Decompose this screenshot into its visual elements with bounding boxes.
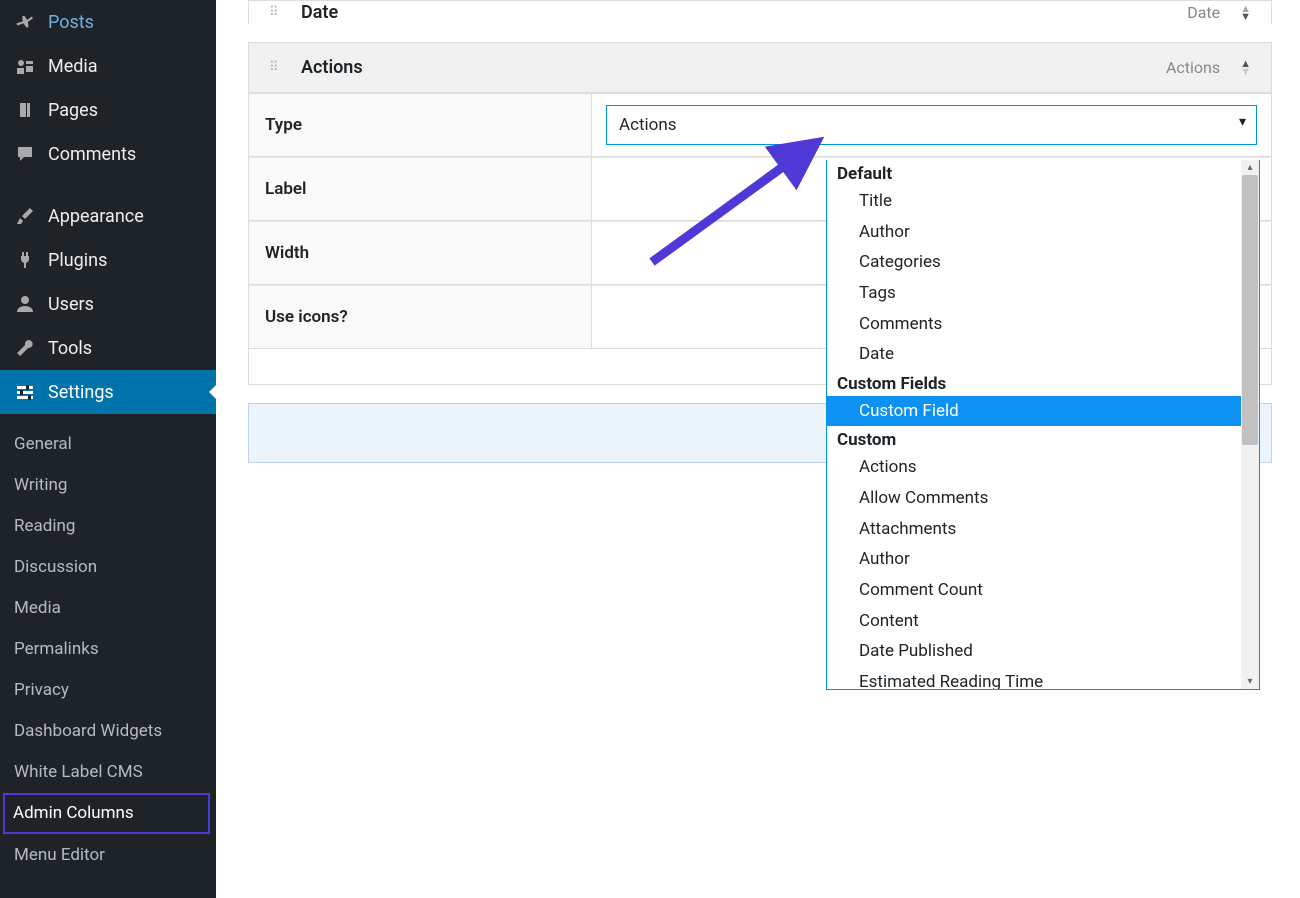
submenu-item-privacy[interactable]: Privacy [0, 670, 216, 711]
row-type: Type Actions [248, 93, 1272, 157]
sort-indicator-icon[interactable]: ▲▼ [1240, 5, 1251, 21]
type-select[interactable]: Actions [606, 105, 1257, 145]
label-label: Label [249, 158, 592, 220]
menu-item-users[interactable]: Users [0, 282, 216, 326]
dropdown-item[interactable]: Date Published [827, 636, 1241, 667]
label-type: Type [249, 94, 592, 156]
dropdown-item[interactable]: Allow Comments [827, 483, 1241, 514]
sort-indicator-icon[interactable]: ▲▼ [1240, 60, 1251, 76]
submenu-item-dashboard-widgets[interactable]: Dashboard Widgets [0, 711, 216, 752]
submenu-item-general[interactable]: General [0, 424, 216, 465]
content-area: ⠿ Date Date ▲▼ ⠿ Actions Actions ▲▼ Type… [216, 0, 1300, 898]
media-icon [14, 55, 36, 77]
label-width: Width [249, 222, 592, 284]
dropdown-item[interactable]: Attachments [827, 514, 1241, 545]
dropdown-item[interactable]: Categories [827, 247, 1241, 278]
submenu-item-writing[interactable]: Writing [0, 465, 216, 506]
menu-item-tools[interactable]: Tools [0, 326, 216, 370]
menu-item-comments[interactable]: Comments [0, 132, 216, 176]
menu-item-media[interactable]: Media [0, 44, 216, 88]
submenu-item-reading[interactable]: Reading [0, 506, 216, 547]
dropdown-item[interactable]: Custom Field [827, 396, 1241, 427]
menu-item-plugins[interactable]: Plugins [0, 238, 216, 282]
menu-label: Posts [48, 12, 94, 33]
submenu-item-permalinks[interactable]: Permalinks [0, 629, 216, 670]
column-right-label: Actions [1166, 58, 1220, 77]
submenu-item-discussion[interactable]: Discussion [0, 547, 216, 588]
pin-icon [14, 11, 36, 33]
brush-icon [14, 205, 36, 227]
menu-label: Comments [48, 144, 136, 165]
menu-label: Appearance [48, 206, 144, 227]
drag-handle-icon[interactable]: ⠿ [269, 8, 283, 18]
submenu-item-admin-columns[interactable]: Admin Columns [3, 793, 210, 834]
dropdown-group: Custom [827, 426, 1241, 452]
menu-item-settings[interactable]: Settings [0, 370, 216, 414]
menu-label: Tools [48, 338, 92, 359]
menu-label: Media [48, 56, 98, 77]
wrench-icon [14, 337, 36, 359]
comment-icon [14, 143, 36, 165]
submenu-item-menu-editor[interactable]: Menu Editor [0, 835, 216, 876]
sliders-icon [14, 381, 36, 403]
submenu-item-media[interactable]: Media [0, 588, 216, 629]
label-use-icons: Use icons? [249, 286, 592, 348]
menu-label: Plugins [48, 250, 107, 271]
dropdown-item[interactable]: Content [827, 606, 1241, 637]
dropdown-item[interactable]: Comments [827, 309, 1241, 340]
column-title: Date [301, 2, 1187, 23]
drag-handle-icon[interactable]: ⠿ [269, 63, 283, 73]
menu-item-appearance[interactable]: Appearance [0, 194, 216, 238]
scrollbar-thumb[interactable] [1242, 175, 1258, 445]
dropdown-group: Custom Fields [827, 370, 1241, 396]
column-row-date-peek: ⠿ Date Date ▲▼ [248, 0, 1272, 24]
menu-label: Pages [48, 100, 98, 121]
column-right-label: Date [1187, 3, 1220, 22]
user-icon [14, 293, 36, 315]
dropdown-scrollbar[interactable] [1241, 160, 1259, 689]
menu-item-pages[interactable]: Pages [0, 88, 216, 132]
dropdown-item[interactable]: Title [827, 186, 1241, 217]
menu-label: Users [48, 294, 94, 315]
dropdown-item[interactable]: Estimated Reading Time [827, 667, 1241, 689]
settings-submenu: GeneralWritingReadingDiscussionMediaPerm… [0, 414, 216, 886]
menu-item-posts[interactable]: Posts [0, 0, 216, 44]
dropdown-item[interactable]: Tags [827, 278, 1241, 309]
plug-icon [14, 249, 36, 271]
dropdown-item[interactable]: Actions [827, 452, 1241, 483]
type-dropdown: DefaultTitleAuthorCategoriesTagsComments… [826, 160, 1260, 690]
page-icon [14, 99, 36, 121]
menu-label: Settings [48, 382, 114, 403]
dropdown-item[interactable]: Date [827, 339, 1241, 370]
column-row-actions[interactable]: ⠿ Actions Actions ▲▼ [248, 42, 1272, 93]
submenu-item-white-label-cms[interactable]: White Label CMS [0, 752, 216, 793]
dropdown-item[interactable]: Comment Count [827, 575, 1241, 606]
dropdown-item[interactable]: Author [827, 217, 1241, 248]
dropdown-group: Default [827, 160, 1241, 186]
dropdown-item[interactable]: Author [827, 544, 1241, 575]
column-title: Actions [301, 57, 1166, 78]
admin-sidebar: Posts Media Pages Comments Appearance Plugins… [0, 0, 216, 898]
